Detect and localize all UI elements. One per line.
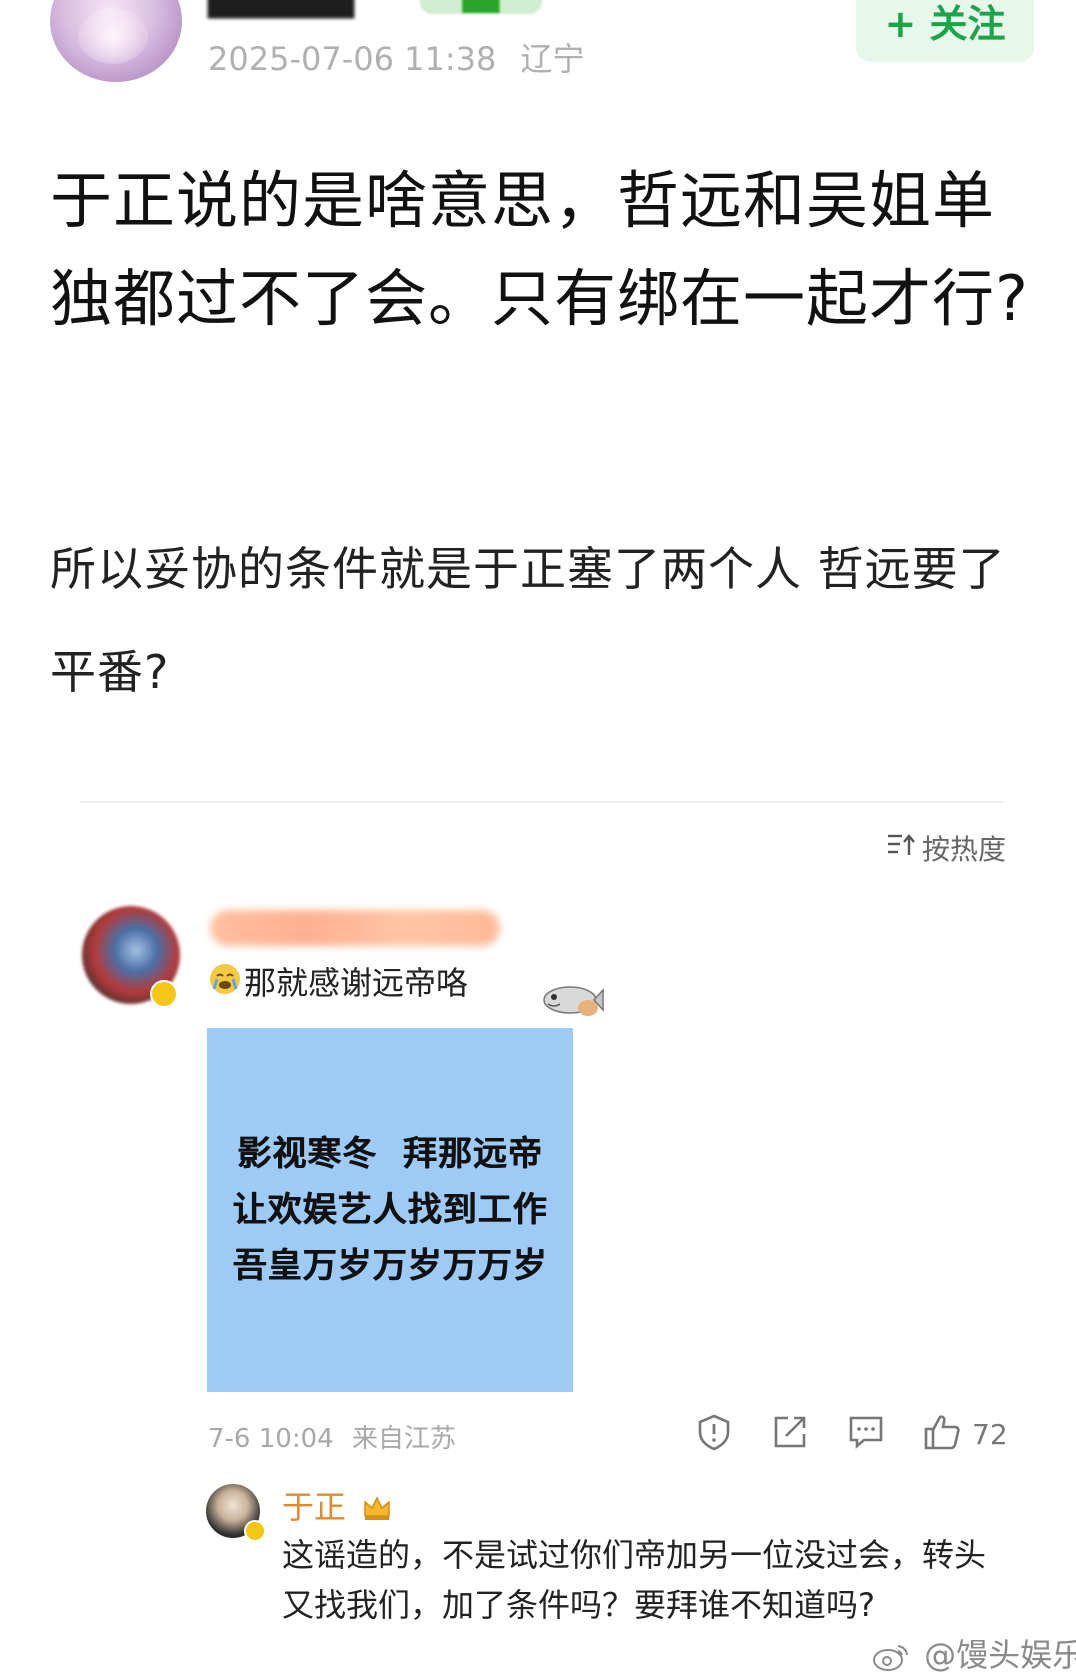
post-location: 辽宁 <box>520 40 585 78</box>
weibo-logo-icon <box>872 1642 910 1680</box>
reply-author-label: 于正 <box>282 1488 347 1526</box>
divider <box>80 801 1004 803</box>
comment-text: 那就感谢远帝咯 <box>244 964 469 1002</box>
author-tag-blurred: ▇▇ <box>420 0 542 14</box>
meme-line-1: 影视寒冬 拜那远帝 <box>237 1134 543 1174</box>
comment-image[interactable]: 影视寒冬 拜那远帝 让欢娱艺人找到工作 吾皇万岁万岁万万岁 <box>207 1028 573 1392</box>
sort-label: 按热度 <box>922 833 1007 866</box>
crying-emoji-icon <box>208 962 242 1000</box>
commenter-name-blurred[interactable] <box>210 910 500 946</box>
comment-icon[interactable] <box>846 1412 886 1452</box>
comment-source: 来自江苏 <box>351 1424 456 1454</box>
verified-icon <box>244 1520 266 1542</box>
reply-author-name[interactable]: 于正 <box>282 1482 392 1530</box>
like-count: 72 <box>972 1418 1008 1451</box>
crown-icon <box>362 1492 392 1530</box>
comment-date: 7-6 10:04 <box>208 1424 334 1454</box>
post-author-avatar[interactable] <box>50 0 182 82</box>
report-icon[interactable] <box>694 1412 734 1452</box>
like-icon[interactable] <box>922 1412 962 1452</box>
weibo-watermark: @馒头娱乐酱 <box>872 1630 1076 1680</box>
sort-toggle[interactable]: 按热度 <box>886 828 1006 868</box>
post-timestamp: 2025-07-06 11:38 <box>208 40 497 78</box>
comment-meta: 7-6 10:04 来自江苏 <box>208 1418 456 1455</box>
post-meta: 2025-07-06 11:38 辽宁 <box>208 34 585 80</box>
meme-line-3: 吾皇万岁万岁万万岁 <box>232 1246 548 1286</box>
sort-icon <box>886 832 916 865</box>
meme-line-2: 让欢娱艺人找到工作 <box>232 1190 548 1230</box>
verified-icon <box>150 980 178 1008</box>
post-author-name-blurred[interactable]: ▇▇▇▇▇ <box>208 0 354 18</box>
post-text: 所以妥协的条件就是于正塞了两个人 哲远要了平番? <box>50 542 1006 699</box>
follow-button[interactable]: + 关注 <box>856 0 1034 62</box>
reply-text: 这谣造的，不是试过你们帝加另一位没过会，转头又找我们，加了条件吗？要拜谁不知道吗… <box>282 1536 987 1624</box>
share-icon[interactable] <box>770 1412 810 1452</box>
fish-sticker-icon <box>540 980 604 1020</box>
watermark-text: @馒头娱乐酱 <box>924 1636 1076 1674</box>
post-title: 于正说的是啥意思，哲远和吴姐单独都过不了会。只有绑在一起才行? <box>50 164 1029 335</box>
